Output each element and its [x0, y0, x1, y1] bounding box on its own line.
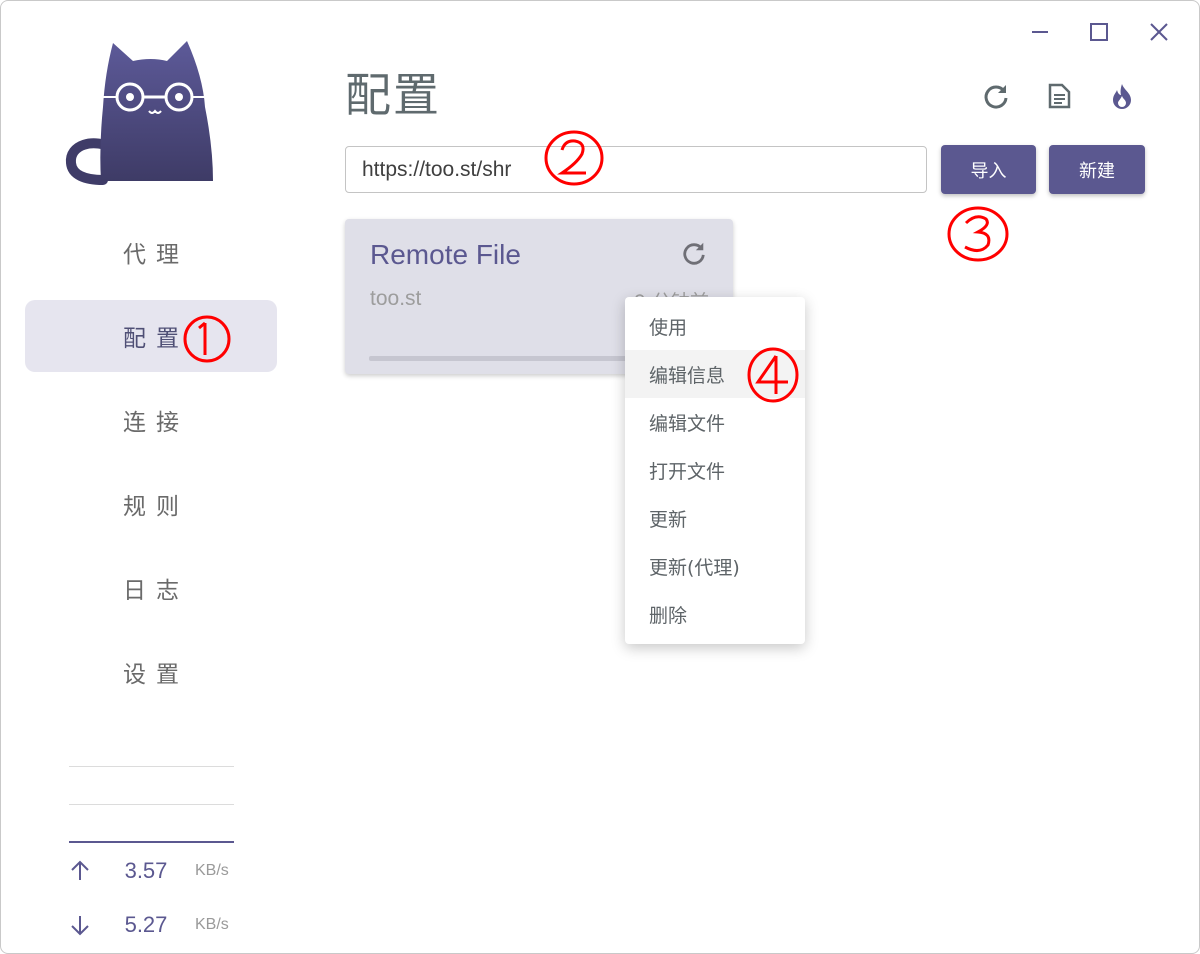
- nav-item-proxy[interactable]: 代理: [25, 216, 277, 288]
- menu-item-update-proxy[interactable]: 更新(代理): [625, 542, 805, 590]
- download-speed: 5.27 KB/s: [69, 910, 234, 940]
- fire-icon[interactable]: [1105, 79, 1139, 113]
- nav-label: 规则: [123, 494, 189, 520]
- annotation-circle-4: [747, 347, 799, 403]
- arrow-up-icon: [69, 860, 97, 882]
- annotation-circle-3: [947, 206, 1009, 262]
- upload-speed: 3.57 KB/s: [69, 856, 234, 886]
- annotation-circle-1: [183, 315, 231, 363]
- refresh-icon[interactable]: [979, 79, 1013, 113]
- nav-item-rules[interactable]: 规则: [25, 468, 277, 540]
- nav-item-profiles[interactable]: 配置: [25, 300, 277, 372]
- traffic-graph-baseline: [69, 841, 234, 843]
- arrow-down-icon: [69, 914, 97, 936]
- document-icon[interactable]: [1042, 79, 1076, 113]
- import-button[interactable]: 导入: [941, 145, 1036, 194]
- menu-item-edit-file[interactable]: 编辑文件: [625, 398, 805, 446]
- nav-label: 连接: [123, 410, 189, 436]
- nav-label: 代理: [123, 242, 189, 268]
- profile-host: too.st: [370, 287, 422, 310]
- menu-item-update[interactable]: 更新: [625, 494, 805, 542]
- traffic-graph-line: [69, 766, 234, 767]
- new-profile-button[interactable]: 新建: [1049, 145, 1145, 194]
- download-speed-unit: KB/s: [195, 916, 229, 933]
- nav-label: 设置: [123, 662, 189, 688]
- nav-item-settings[interactable]: 设置: [25, 636, 277, 708]
- nav-label: 日志: [123, 578, 189, 604]
- page-title: 配置: [345, 68, 441, 122]
- menu-item-use[interactable]: 使用: [625, 302, 805, 350]
- upload-speed-value: 3.57: [124, 858, 168, 883]
- traffic-graph-line: [69, 804, 234, 805]
- nav-item-logs[interactable]: 日志: [25, 552, 277, 624]
- refresh-icon[interactable]: [679, 238, 709, 268]
- annotation-circle-2: [544, 130, 604, 186]
- download-speed-value: 5.27: [124, 912, 168, 937]
- menu-item-open-file[interactable]: 打开文件: [625, 446, 805, 494]
- subscription-url-input[interactable]: [345, 146, 927, 193]
- profile-title: Remote File: [370, 239, 521, 270]
- upload-speed-unit: KB/s: [195, 862, 229, 879]
- maximize-icon[interactable]: [1082, 15, 1116, 49]
- close-icon[interactable]: [1142, 15, 1176, 49]
- menu-item-delete[interactable]: 删除: [625, 590, 805, 638]
- minimize-icon[interactable]: [1023, 15, 1057, 49]
- nav-label: 配置: [123, 326, 189, 352]
- cat-logo: [63, 37, 219, 187]
- app-window: 代理 配置 连接 规则 日志 设置 3.57 KB/s 5.27 KB/s 配置: [0, 0, 1200, 954]
- nav-item-connections[interactable]: 连接: [25, 384, 277, 456]
